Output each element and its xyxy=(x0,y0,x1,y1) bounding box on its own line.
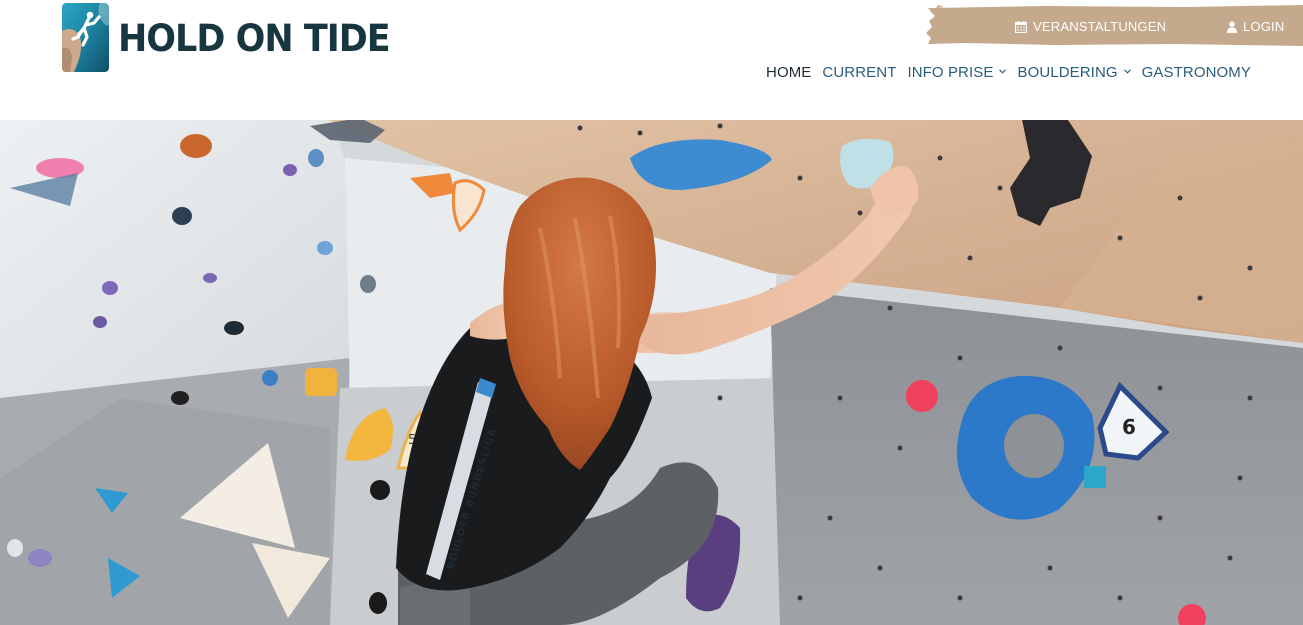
brand-name: HOLD ON TIDE xyxy=(118,17,391,61)
hero-banner: 5 6 BOULDER BUNDESLIGA xyxy=(0,98,1303,625)
nav-item-label: GASTRONOMY xyxy=(1141,64,1251,81)
nav-item-current[interactable]: CURRENT xyxy=(822,64,896,81)
site-header: HOLD ON TIDE VERANSTALTUNGEN LOGIN HOME … xyxy=(0,0,1303,120)
main-navigation: HOME CURRENT INFO PRISE BOULDERING GASTR… xyxy=(755,64,1251,81)
events-link[interactable]: VERANSTALTUNGEN xyxy=(1015,19,1166,34)
nav-item-label: BOULDERING xyxy=(1017,64,1118,81)
nav-item-gastronomy[interactable]: GASTRONOMY xyxy=(1142,64,1251,81)
home-logo-link[interactable]: HOLD ON TIDE xyxy=(62,3,391,72)
user-icon xyxy=(1227,20,1237,33)
hold-tag-6: 6 xyxy=(1122,415,1136,439)
chevron-down-icon xyxy=(999,68,1007,74)
nav-item-bouldering[interactable]: BOULDERING xyxy=(1017,64,1131,81)
calendar-icon xyxy=(1015,20,1027,33)
nav-item-label: INFO PRISE xyxy=(907,64,994,81)
login-link[interactable]: LOGIN xyxy=(1227,19,1284,34)
nav-item-label: HOME xyxy=(766,64,812,81)
boulder-climber-photo: 5 6 BOULDER BUNDESLIGA xyxy=(0,98,1303,625)
events-label: VERANSTALTUNGEN xyxy=(1033,19,1167,34)
utility-bar: VERANSTALTUNGEN LOGIN xyxy=(926,5,1303,47)
chevron-down-icon xyxy=(1123,68,1131,74)
login-label: LOGIN xyxy=(1243,19,1285,34)
climber-logo-icon xyxy=(62,3,109,72)
nav-item-home[interactable]: HOME xyxy=(766,64,811,81)
nav-item-info-prise[interactable]: INFO PRISE xyxy=(907,64,1007,81)
nav-item-label: CURRENT xyxy=(822,64,897,81)
